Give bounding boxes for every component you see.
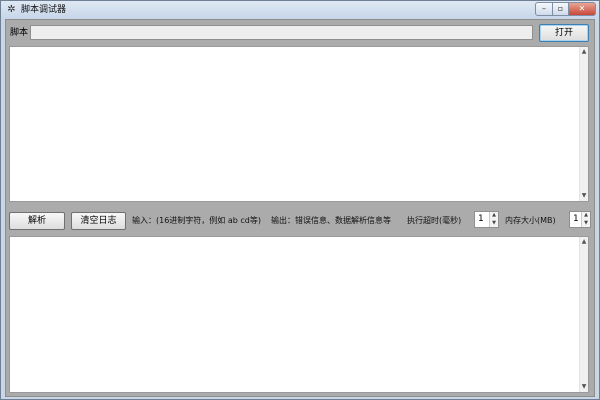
memory-label: 内存大小(MB) [505, 216, 556, 225]
chevron-down-icon[interactable]: ▼ [490, 220, 498, 227]
scroll-up-icon[interactable]: ▲ [580, 48, 588, 56]
chevron-down-icon[interactable]: ▼ [582, 220, 590, 227]
output-hint-label: 输出：错误信息、数据解析信息等 [271, 216, 391, 225]
minimize-button[interactable]: – [535, 2, 553, 16]
client-area: 脚本 打开 ▲ ▼ 解析 清空日志 输入：(16进制字符，例如 ab cd等) … [5, 19, 595, 397]
timeout-stepper[interactable]: 1 ▲ ▼ [474, 211, 499, 228]
output-textarea-frame: ▲ ▼ [9, 236, 589, 393]
input-scrollbar[interactable]: ▲ ▼ [579, 47, 588, 201]
script-path-input[interactable] [30, 25, 533, 40]
open-button[interactable]: 打开 [539, 24, 589, 42]
output-scrollbar[interactable]: ▲ ▼ [579, 237, 588, 392]
title-bar[interactable]: ✲ 脚本调试器 – ▫ ✕ [1, 1, 599, 19]
memory-value[interactable]: 1 [573, 214, 579, 225]
input-textarea-frame: ▲ ▼ [9, 46, 589, 202]
parse-button[interactable]: 解析 [9, 212, 65, 230]
chevron-up-icon[interactable]: ▲ [490, 212, 498, 219]
memory-stepper[interactable]: 1 ▲ ▼ [569, 211, 591, 228]
script-label: 脚本 [10, 28, 29, 38]
input-hint-label: 输入：(16进制字符，例如 ab cd等) [132, 216, 261, 225]
timeout-value[interactable]: 1 [478, 214, 484, 225]
window-title: 脚本调试器 [21, 5, 67, 15]
chevron-up-icon[interactable]: ▲ [582, 212, 590, 219]
timeout-stepper-buttons: ▲ ▼ [489, 212, 498, 227]
memory-stepper-buttons: ▲ ▼ [581, 212, 590, 227]
maximize-button[interactable]: ▫ [552, 2, 569, 16]
timeout-label: 执行超时(毫秒) [407, 216, 462, 225]
scroll-down-icon[interactable]: ▼ [580, 192, 588, 200]
script-debugger-window: ✲ 脚本调试器 – ▫ ✕ 脚本 打开 ▲ ▼ 解析 清空日志 输入：(16进制… [0, 0, 600, 400]
bug-icon: ✲ [7, 4, 16, 15]
scroll-down-icon[interactable]: ▼ [580, 383, 588, 391]
clear-log-button[interactable]: 清空日志 [71, 212, 126, 230]
scroll-up-icon[interactable]: ▲ [580, 238, 588, 246]
close-button[interactable]: ✕ [568, 2, 596, 16]
